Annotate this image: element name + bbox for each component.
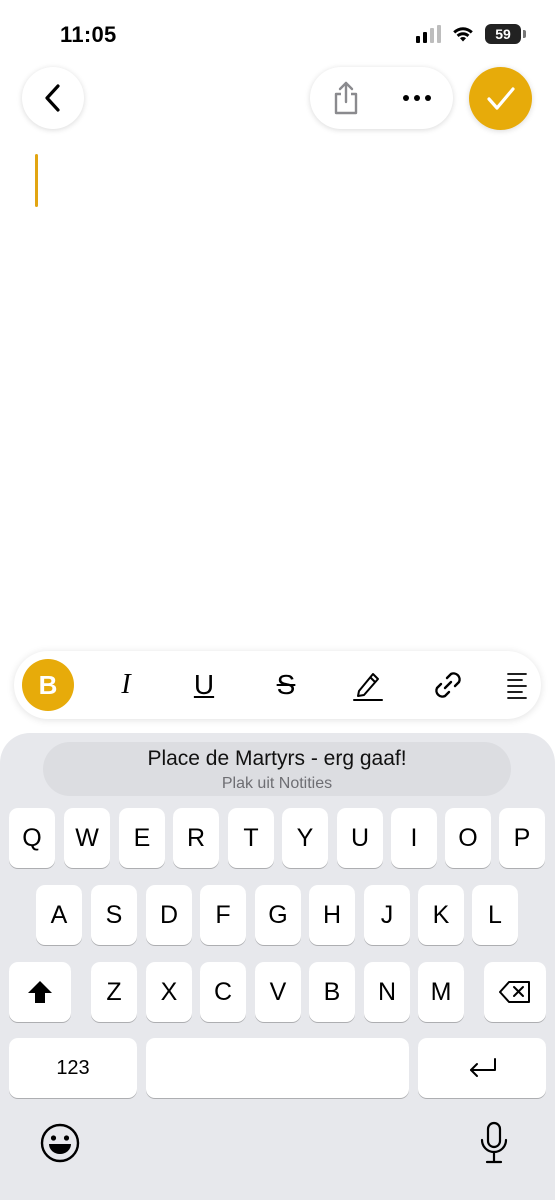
key-q[interactable]: Q [9,808,55,868]
key-i[interactable]: I [391,808,437,868]
more-button[interactable] [392,73,442,123]
bold-button[interactable]: B [22,659,74,711]
backspace-key[interactable] [484,962,546,1022]
ellipsis-icon [403,95,432,101]
done-button[interactable] [469,67,532,130]
shift-key[interactable] [9,962,71,1022]
key-e[interactable]: E [119,808,165,868]
formatting-toolbar: B I U S [14,651,541,719]
return-icon [470,1058,496,1077]
key-z[interactable]: Z [91,962,137,1022]
key-s[interactable]: S [91,885,137,945]
return-key[interactable] [418,1038,546,1098]
key-h[interactable]: H [309,885,355,945]
paste-suggestion-source: Plak uit Notities [221,775,333,792]
list-icon [507,673,527,699]
key-g[interactable]: G [255,885,301,945]
link-button[interactable] [422,659,474,711]
backspace-icon [499,981,530,1003]
key-o[interactable]: O [445,808,491,868]
shift-icon [28,981,52,1003]
actions-pill [310,67,453,129]
key-d[interactable]: D [146,885,192,945]
space-key[interactable] [146,1038,409,1098]
underline-button[interactable]: U [178,659,230,711]
status-time: 11:05 [60,22,117,47]
paste-suggestion-text: Place de Martyrs - erg gaaf! [147,747,407,770]
key-m[interactable]: M [418,962,464,1022]
wifi-icon [453,27,473,42]
key-b[interactable]: B [309,962,355,1022]
key-t[interactable]: T [228,808,274,868]
key-x[interactable]: X [146,962,192,1022]
key-w[interactable]: W [64,808,110,868]
strikethrough-button[interactable]: S [260,659,312,711]
emoji-icon [40,1123,80,1163]
list-button[interactable] [502,659,532,711]
numbers-key[interactable]: 123 [9,1038,137,1098]
share-button[interactable] [321,73,371,123]
checkmark-icon [486,86,515,110]
italic-button[interactable]: I [100,659,152,711]
key-p[interactable]: P [499,808,545,868]
key-r[interactable]: R [173,808,219,868]
key-j[interactable]: J [364,885,410,945]
key-f[interactable]: F [200,885,246,945]
key-u[interactable]: U [337,808,383,868]
key-y[interactable]: Y [282,808,328,868]
key-l[interactable]: L [472,885,518,945]
key-v[interactable]: V [255,962,301,1022]
status-icons: 59 [416,24,526,44]
microphone-icon [480,1121,508,1164]
emoji-button[interactable] [38,1121,82,1165]
key-n[interactable]: N [364,962,410,1022]
paste-suggestion[interactable]: Place de Martyrs - erg gaaf! Plak uit No… [43,742,511,796]
back-button[interactable] [22,67,84,129]
key-a[interactable]: A [36,885,82,945]
share-icon [334,81,357,115]
note-body[interactable] [0,140,555,640]
dictation-button[interactable] [476,1120,512,1166]
link-icon [435,672,461,698]
key-c[interactable]: C [200,962,246,1022]
pen-icon [353,673,383,701]
key-k[interactable]: K [418,885,464,945]
battery-indicator: 59 [485,24,526,44]
chevron-left-icon [45,84,60,112]
highlight-button[interactable] [342,659,394,711]
cellular-signal-icon [416,25,441,43]
